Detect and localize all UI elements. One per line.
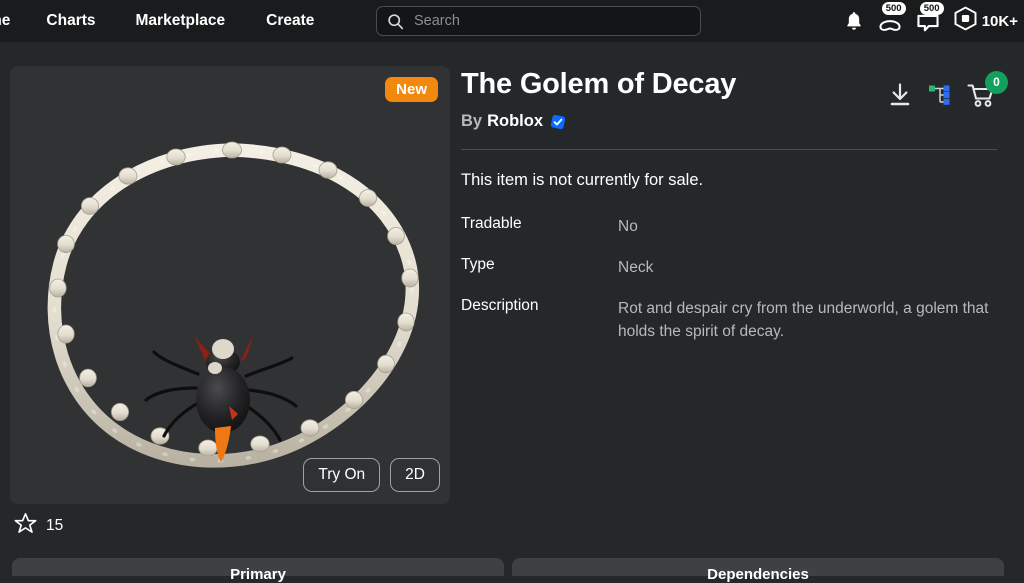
primary-section: Primary	[12, 558, 504, 583]
search-icon	[387, 13, 404, 30]
cart-count-badge: 0	[985, 70, 1008, 94]
preview-action-buttons: Try On 2D	[303, 458, 440, 492]
attribute-key: Description	[461, 297, 539, 314]
item-action-icons: 0	[887, 70, 1008, 109]
search-placeholder: Search	[414, 13, 460, 29]
shopping-cart-icon[interactable]: 0	[967, 70, 1008, 109]
nav-links: me Charts Marketplace Create	[0, 0, 314, 42]
friends-badge: 500	[881, 2, 906, 15]
robux-balance[interactable]: 10K+	[953, 6, 1018, 36]
friends-icon[interactable]: 500	[873, 2, 907, 36]
star-icon[interactable]	[14, 512, 37, 539]
new-badge: New	[385, 77, 438, 102]
search-input[interactable]: Search	[376, 6, 701, 36]
page-title: The Golem of Decay	[461, 68, 737, 100]
detail-divider	[461, 149, 997, 150]
dependencies-section-title: Dependencies	[707, 566, 809, 583]
robux-amount: 10K+	[981, 12, 1018, 30]
nav-link-charts[interactable]: Charts	[46, 12, 95, 30]
download-icon[interactable]	[887, 81, 913, 109]
attribute-key: Tradable	[461, 215, 522, 232]
creator-name[interactable]: Roblox	[487, 112, 543, 131]
attribute-row-type: Type Neck	[461, 256, 1009, 279]
chat-badge: 500	[919, 2, 944, 15]
dependencies-section: Dependencies	[512, 558, 1004, 583]
attribute-value: No	[618, 218, 638, 235]
creator-row: By Roblox	[461, 112, 1009, 131]
item-3d-render[interactable]	[10, 66, 450, 504]
bottom-sections: Primary Dependencies	[0, 558, 1024, 583]
attribute-value: Neck	[618, 259, 654, 276]
attribute-key: Type	[461, 256, 495, 273]
favorites-row: 15	[14, 512, 63, 539]
bell-icon[interactable]	[839, 6, 869, 36]
item-preview-card: New Try On 2D	[10, 66, 450, 504]
attribute-row-tradable: Tradable No	[461, 215, 1009, 238]
dependency-tree-icon[interactable]	[927, 82, 953, 108]
nav-link-marketplace[interactable]: Marketplace	[136, 12, 226, 30]
robux-icon	[953, 6, 978, 36]
spider-pendant	[144, 334, 298, 462]
verified-badge-icon	[550, 114, 566, 130]
nav-link-home[interactable]: me	[0, 12, 10, 30]
try-on-button[interactable]: Try On	[303, 458, 381, 492]
nav-link-create[interactable]: Create	[266, 12, 314, 30]
item-detail-panel: The Golem of Decay 0 By Roblox This item…	[461, 66, 1009, 361]
top-navbar: me Charts Marketplace Create Search 500	[0, 0, 1024, 42]
attribute-row-description: Description Rot and despair cry from the…	[461, 297, 1009, 343]
favorites-count: 15	[46, 516, 64, 534]
sale-status-text: This item is not currently for sale.	[461, 171, 704, 189]
item-attributes: Tradable No Type Neck Description Rot an…	[461, 215, 1009, 343]
by-label: By	[461, 112, 483, 130]
view-2d-button[interactable]: 2D	[390, 458, 440, 492]
primary-section-title: Primary	[230, 566, 286, 583]
chat-icon[interactable]: 500	[911, 2, 945, 36]
attribute-value: Rot and despair cry from the underworld,…	[618, 300, 989, 340]
navbar-right-actions: 500 500 10K+	[839, 0, 1024, 42]
